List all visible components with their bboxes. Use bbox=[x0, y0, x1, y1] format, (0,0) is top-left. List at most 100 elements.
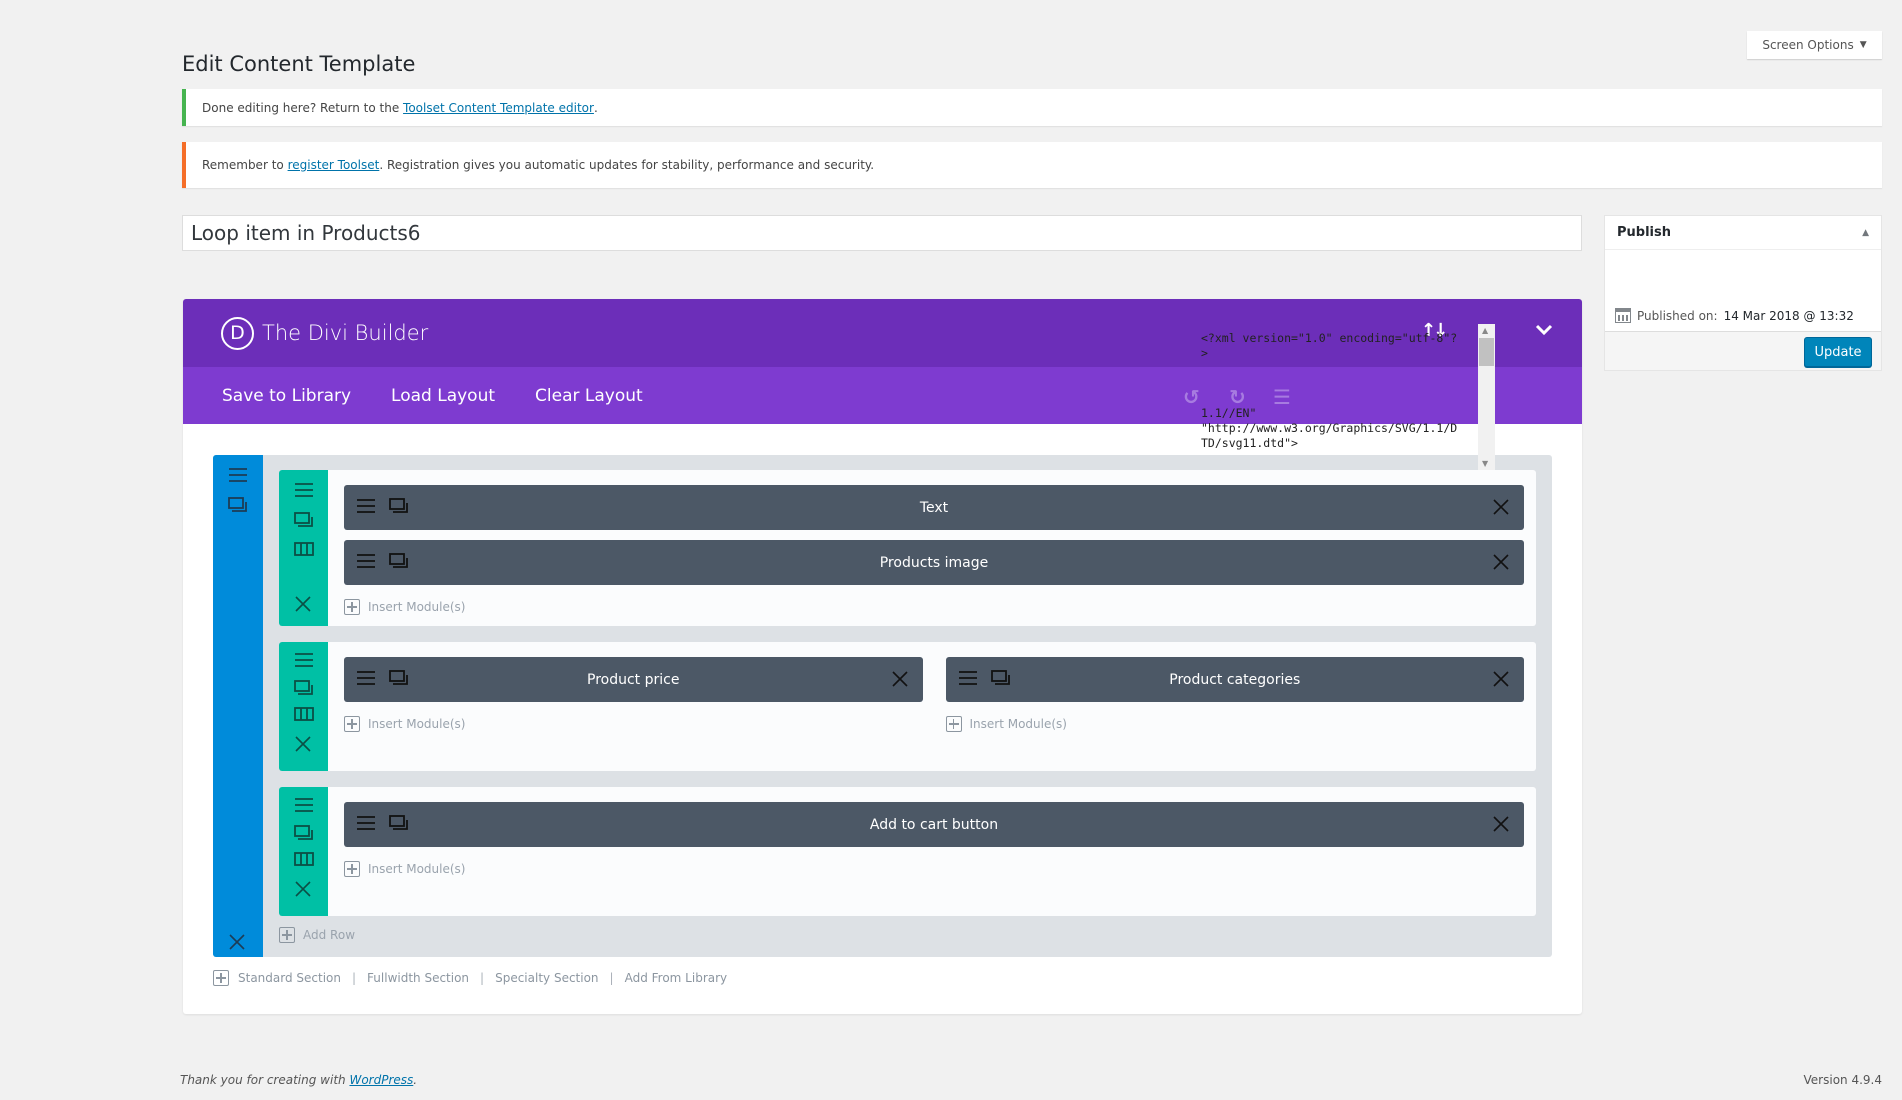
plus-icon bbox=[344, 716, 360, 732]
standard-section-link[interactable]: Standard Section bbox=[238, 971, 341, 985]
save-to-library-button[interactable]: Save to Library bbox=[222, 386, 351, 406]
move-handle-icon[interactable] bbox=[356, 670, 376, 690]
load-layout-button[interactable]: Load Layout bbox=[391, 386, 495, 406]
move-handle-icon[interactable] bbox=[356, 815, 376, 835]
duplicate-icon[interactable] bbox=[389, 670, 409, 690]
add-row-label: Add Row bbox=[303, 928, 356, 942]
duplicate-icon[interactable] bbox=[294, 512, 314, 532]
insert-module-button[interactable]: Insert Module(s) bbox=[344, 716, 465, 732]
duplicate-icon[interactable] bbox=[990, 670, 1011, 690]
insert-module-button[interactable]: Insert Module(s) bbox=[344, 599, 465, 615]
module-label: Products image bbox=[879, 554, 989, 571]
xml-line: TD/svg11.dtd"> bbox=[1201, 436, 1298, 450]
module-block[interactable]: Product categories bbox=[945, 657, 1524, 702]
delete-module-icon[interactable] bbox=[1492, 815, 1510, 837]
insert-module-button[interactable]: Insert Module(s) bbox=[344, 861, 465, 877]
move-handle-icon[interactable] bbox=[958, 670, 978, 690]
separator: | bbox=[609, 971, 614, 985]
published-date: Published on: 14 Mar 2018 @ 13:32 bbox=[1615, 308, 1854, 323]
builder-title: The Divi Builder bbox=[262, 321, 429, 345]
triangle-down-icon: ▼ bbox=[1859, 40, 1867, 50]
collapse-triangle-icon[interactable]: ▲ bbox=[1862, 228, 1869, 238]
row-settings-bar bbox=[279, 787, 328, 916]
delete-row-icon[interactable] bbox=[294, 595, 312, 617]
published-date-value: 14 Mar 2018 @ 13:32 bbox=[1723, 308, 1854, 323]
post-title-input[interactable] bbox=[182, 215, 1582, 251]
wordpress-link[interactable]: WordPress bbox=[349, 1073, 413, 1087]
undo-icon[interactable]: ↺ bbox=[1183, 385, 1200, 409]
redo-icon[interactable]: ↻ bbox=[1229, 385, 1246, 409]
scroll-down-icon[interactable]: ▼ bbox=[1482, 459, 1488, 468]
insert-module-label: Insert Module(s) bbox=[368, 862, 466, 876]
columns-icon[interactable] bbox=[294, 541, 314, 561]
toolset-editor-link[interactable]: Toolset Content Template editor bbox=[403, 101, 594, 115]
delete-row-icon[interactable] bbox=[294, 880, 312, 902]
duplicate-icon[interactable] bbox=[294, 680, 314, 700]
delete-module-icon[interactable] bbox=[1492, 670, 1510, 692]
row: Text Products image Insert Module(s) bbox=[279, 470, 1536, 626]
move-handle-icon[interactable] bbox=[294, 482, 314, 502]
published-label: Published on: bbox=[1637, 308, 1718, 323]
publish-title: Publish bbox=[1617, 225, 1671, 240]
module-label: Product categories bbox=[1169, 671, 1301, 688]
section-settings-bar bbox=[213, 455, 263, 957]
module-block[interactable]: Products image bbox=[344, 540, 1524, 585]
specialty-section-link[interactable]: Specialty Section bbox=[495, 971, 598, 985]
delete-module-icon[interactable] bbox=[891, 670, 909, 692]
page-title: Edit Content Template bbox=[182, 52, 416, 76]
clear-layout-button[interactable]: Clear Layout bbox=[535, 386, 643, 406]
history-icon[interactable]: ☰ bbox=[1273, 385, 1291, 409]
add-section-links: Standard Section | Fullwidth Section | S… bbox=[213, 970, 727, 986]
duplicate-icon[interactable] bbox=[389, 815, 409, 835]
module-block[interactable]: Add to cart button bbox=[344, 802, 1524, 847]
screen-options-button[interactable]: Screen Options ▼ bbox=[1747, 31, 1882, 59]
overlay-scrollbar[interactable]: ▲ ▼ bbox=[1478, 324, 1495, 470]
plus-icon bbox=[344, 599, 360, 615]
move-handle-icon[interactable] bbox=[356, 498, 376, 518]
notice-suffix: . bbox=[593, 100, 598, 115]
move-handle-icon[interactable] bbox=[356, 553, 376, 573]
delete-module-icon[interactable] bbox=[1492, 553, 1510, 575]
insert-module-button[interactable]: Insert Module(s) bbox=[945, 716, 1067, 732]
duplicate-icon[interactable] bbox=[228, 497, 248, 517]
move-handle-icon[interactable] bbox=[228, 467, 248, 487]
plus-icon bbox=[213, 970, 229, 986]
divi-logo-icon: D bbox=[221, 316, 254, 350]
columns-icon[interactable] bbox=[294, 706, 314, 726]
sort-arrows-icon[interactable]: ↑↓ bbox=[1421, 320, 1448, 341]
publish-box: Publish ▲ Published on: 14 Mar 2018 @ 13… bbox=[1604, 215, 1882, 371]
add-from-library-link[interactable]: Add From Library bbox=[625, 971, 728, 985]
fullwidth-section-link[interactable]: Fullwidth Section bbox=[367, 971, 469, 985]
publish-header[interactable]: Publish ▲ bbox=[1605, 216, 1881, 250]
builder-header: D The Divi Builder bbox=[183, 299, 1582, 367]
plus-icon bbox=[945, 716, 962, 732]
scroll-up-icon[interactable]: ▲ bbox=[1482, 326, 1488, 335]
module-label: Add to cart button bbox=[869, 816, 999, 833]
move-handle-icon[interactable] bbox=[294, 652, 314, 672]
module-block[interactable]: Product price bbox=[344, 657, 923, 702]
chevron-down-icon[interactable] bbox=[1535, 321, 1553, 340]
delete-module-icon[interactable] bbox=[1492, 498, 1510, 520]
scrollbar-thumb[interactable] bbox=[1479, 338, 1494, 366]
row-settings-bar bbox=[279, 470, 328, 626]
delete-section-icon[interactable] bbox=[228, 933, 246, 955]
plus-icon bbox=[344, 861, 360, 877]
delete-row-icon[interactable] bbox=[294, 735, 312, 757]
duplicate-icon[interactable] bbox=[389, 498, 409, 518]
duplicate-icon[interactable] bbox=[294, 825, 314, 845]
insert-module-label: Insert Module(s) bbox=[368, 600, 466, 614]
row: Product price Insert Module(s) Product cat… bbox=[279, 642, 1536, 771]
move-handle-icon[interactable] bbox=[294, 797, 314, 817]
toolset-return-notice: Done editing here? Return to the Toolset… bbox=[182, 89, 1882, 126]
duplicate-icon[interactable] bbox=[389, 553, 409, 573]
module-block[interactable]: Text bbox=[344, 485, 1524, 530]
insert-module-label: Insert Module(s) bbox=[969, 717, 1067, 731]
separator: | bbox=[352, 971, 357, 985]
footer-thanks-text: Thank you for creating with bbox=[180, 1073, 350, 1087]
update-button[interactable]: Update bbox=[1804, 337, 1872, 367]
register-toolset-link[interactable]: register Toolset bbox=[288, 158, 380, 172]
row-settings-bar bbox=[279, 642, 328, 771]
builder-toolbar: Save to Library Load Layout Clear Layout bbox=[183, 367, 1582, 424]
add-row-button[interactable]: Add Row bbox=[279, 927, 355, 943]
columns-icon[interactable] bbox=[294, 851, 314, 871]
